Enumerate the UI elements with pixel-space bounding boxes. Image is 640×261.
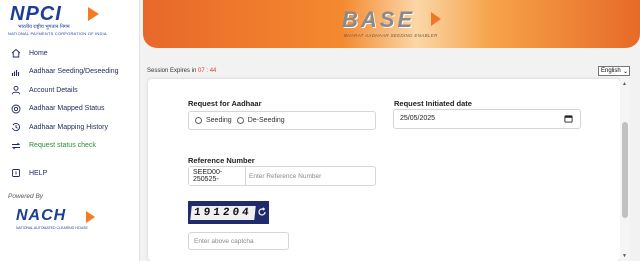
reference-prefix: SEED00-250525- — [189, 167, 246, 185]
reference-number-label: Reference Number — [188, 156, 255, 165]
session-label: Session Expires in — [147, 68, 197, 74]
sidebar-item-request-status-check[interactable]: Request status check — [10, 137, 136, 156]
deseeding-radio[interactable] — [236, 117, 244, 124]
session-timer: Session Expires in 07 : 44 — [147, 68, 216, 74]
header-banner: BASE BHARAT AADHAAR SEEDING ENABLER — [143, 0, 640, 48]
request-date-value: 25/05/2025 — [400, 115, 436, 122]
nach-logo-arrow-icon — [86, 211, 95, 223]
base-logo-text: BASE — [342, 7, 416, 32]
refresh-captcha-icon[interactable] — [257, 207, 267, 217]
base-logo-arrow-icon — [431, 12, 441, 26]
user-icon — [10, 84, 22, 96]
language-selected: English — [601, 68, 621, 74]
sidebar-item-label: Home — [29, 49, 48, 57]
deseeding-option-label[interactable]: De-Seeding — [248, 117, 285, 124]
captcha-text: 191204 — [190, 206, 256, 220]
scroll-up-icon[interactable]: ▲ — [622, 81, 627, 87]
request-date-input[interactable]: 25/05/2025 — [393, 109, 581, 129]
sidebar-item-aadhaar-mapped-status[interactable]: Aadhaar Mapped Status — [10, 100, 136, 119]
sidebar-item-label: Aadhaar Seeding/Deseeding — [29, 68, 119, 76]
date-label: Request Initiated date — [394, 99, 472, 108]
npci-logo-arrow-icon — [88, 7, 99, 21]
sidebar-item-aadhaar-seeding[interactable]: Aadhaar Seeding/Deseeding — [10, 63, 136, 82]
captcha-image: 191204 — [188, 201, 269, 224]
sidebar-item-label: Account Details — [29, 86, 78, 94]
seeding-option-label[interactable]: Seeding — [206, 117, 232, 124]
history-icon — [10, 121, 22, 133]
target-icon — [10, 103, 22, 115]
powered-by-label: Powered By — [8, 193, 44, 200]
sidebar-item-home[interactable]: Home — [10, 44, 136, 63]
sidebar-item-label: Request status check — [29, 142, 96, 150]
swap-icon — [10, 140, 22, 152]
reference-number-group: SEED00-250525- Enter Reference Number — [188, 166, 376, 186]
reference-number-input[interactable]: Enter Reference Number — [247, 167, 375, 185]
chart-icon — [10, 66, 22, 78]
base-logo-subtitle: BHARAT AADHAAR SEEDING ENABLER — [344, 33, 438, 38]
seeding-radio[interactable] — [195, 117, 202, 124]
sidebar-item-label: Aadhaar Mapping History — [29, 123, 108, 131]
nach-logo-subtitle: NATIONAL AUTOMATED CLEARING HOUSE — [16, 226, 88, 230]
home-icon — [10, 47, 22, 59]
npci-logo: NPCI भारतीय राष्ट्रीय भुगतान निगम NATION… — [4, 3, 114, 39]
sidebar: NPCI भारतीय राष्ट्रीय भुगतान निगम NATION… — [0, 0, 140, 261]
sidebar-item-help[interactable]: HELP — [10, 164, 136, 183]
scroll-down-icon[interactable]: ▼ — [622, 253, 627, 259]
session-time: 07 : 44 — [198, 68, 217, 74]
language-select[interactable]: English ⌄ — [598, 66, 630, 76]
help-icon — [10, 167, 22, 179]
npci-logo-text: NPCI — [10, 3, 62, 25]
calendar-icon[interactable] — [564, 114, 573, 123]
npci-logo-subtitle: NATIONAL PAYMENTS CORPORATION OF INDIA — [8, 31, 107, 36]
request-for-label: Request for Aadhaar — [188, 99, 262, 108]
request-type-radio-group: Seeding De-Seeding — [188, 111, 376, 130]
npci-logo-hindi: भारतीय राष्ट्रीय भुगतान निगम — [18, 24, 70, 30]
nach-logo-text: NACH — [16, 207, 67, 224]
page-scrollbar[interactable]: ▲ ▼ — [620, 79, 630, 261]
captcha-input[interactable]: Enter above captcha — [188, 232, 289, 250]
sidebar-item-label: HELP — [29, 169, 48, 177]
sidebar-nav: Home Aadhaar Seeding/Deseeding Account D… — [10, 44, 136, 183]
scrollbar-thumb[interactable] — [622, 122, 628, 218]
chevron-down-icon: ⌄ — [622, 69, 628, 75]
sidebar-item-aadhaar-mapping-history[interactable]: Aadhaar Mapping History — [10, 118, 136, 137]
sidebar-item-label: Aadhaar Mapped Status — [29, 105, 105, 113]
sidebar-item-account-details[interactable]: Account Details — [10, 81, 136, 100]
nach-logo: NACH NATIONAL AUTOMATED CLEARING HOUSE — [16, 207, 106, 230]
